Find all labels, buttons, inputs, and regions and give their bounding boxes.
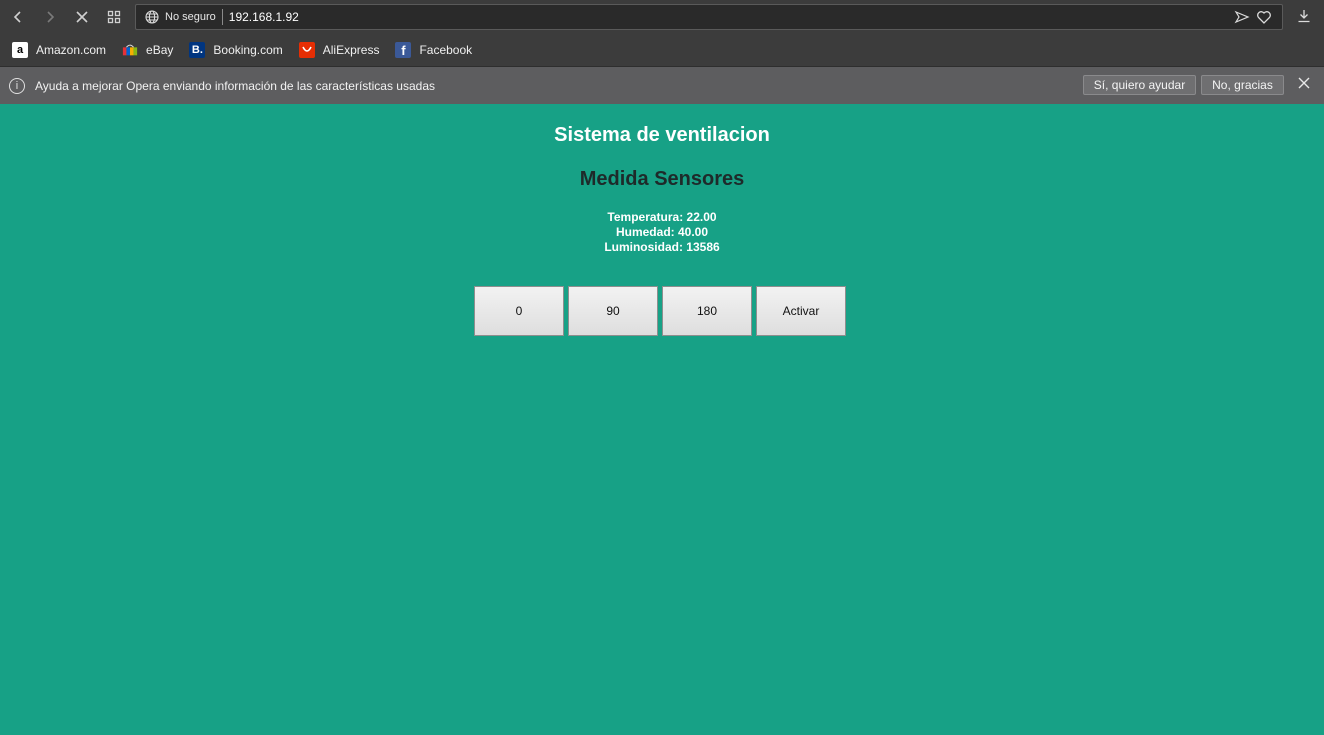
bookmark-amazon[interactable]: a Amazon.com [12,42,106,58]
browser-toolbar: No seguro 192.168.1.92 [0,0,1324,34]
angle-180-button[interactable]: 180 [662,286,752,336]
url-text[interactable]: 192.168.1.92 [229,10,299,24]
forward-icon[interactable] [38,5,62,29]
aliexpress-icon [298,42,315,58]
angle-0-button[interactable]: 0 [474,286,564,336]
bookmark-label: Facebook [419,43,473,57]
bookmark-label: Amazon.com [36,43,107,57]
bookmark-facebook[interactable]: f Facebook [395,42,472,58]
luminosity-reading: Luminosidad: 13586 [604,240,720,254]
temperature-reading: Temperatura: 22.00 [607,210,717,224]
bookmarks-bar: a Amazon.com eBay B. Booking.com AliExpr… [0,34,1324,67]
angle-90-button[interactable]: 90 [568,286,658,336]
security-label[interactable]: No seguro [165,11,216,23]
page-content: Sistema de ventilacion Medida Sensores T… [0,104,1324,735]
stop-loading-icon[interactable] [70,5,94,29]
section-heading: Medida Sensores [579,168,745,190]
bookmark-aliexpress[interactable]: AliExpress [298,42,380,58]
globe-icon [144,9,160,25]
booking-icon: B. [189,42,206,58]
back-icon[interactable] [6,5,30,29]
page-title: Sistema de ventilacion [554,124,770,146]
sensor-readings: Temperatura: 22.00 Humedad: 40.00 Lumino… [0,210,1324,255]
speed-dial-grid-icon[interactable] [102,5,126,29]
accept-help-button[interactable]: Sí, quiero ayudar [1083,75,1196,95]
heart-icon[interactable] [1256,9,1272,30]
address-bar[interactable]: No seguro 192.168.1.92 [135,4,1283,30]
send-icon[interactable] [1234,9,1250,30]
bookmark-label: Booking.com [213,43,283,57]
opera-infobar: i Ayuda a mejorar Opera enviando informa… [0,67,1324,104]
control-buttons: 0 90 180 Activar [474,286,846,336]
amazon-icon: a [12,42,28,58]
facebook-icon: f [395,42,412,58]
address-separator [221,9,223,25]
bookmark-ebay[interactable]: eBay [122,42,173,58]
bookmark-label: eBay [146,43,174,57]
humidity-reading: Humedad: 40.00 [615,225,709,239]
bookmark-label: AliExpress [322,43,380,57]
decline-help-button[interactable]: No, gracias [1201,75,1284,95]
info-icon: i [9,77,25,94]
bookmark-booking[interactable]: B. Booking.com [189,42,283,58]
infobar-message: Ayuda a mejorar Opera enviando informaci… [35,78,435,93]
close-icon[interactable] [1298,77,1310,93]
ebay-icon [122,42,138,58]
activate-button[interactable]: Activar [756,286,846,336]
download-icon[interactable] [1296,8,1312,29]
